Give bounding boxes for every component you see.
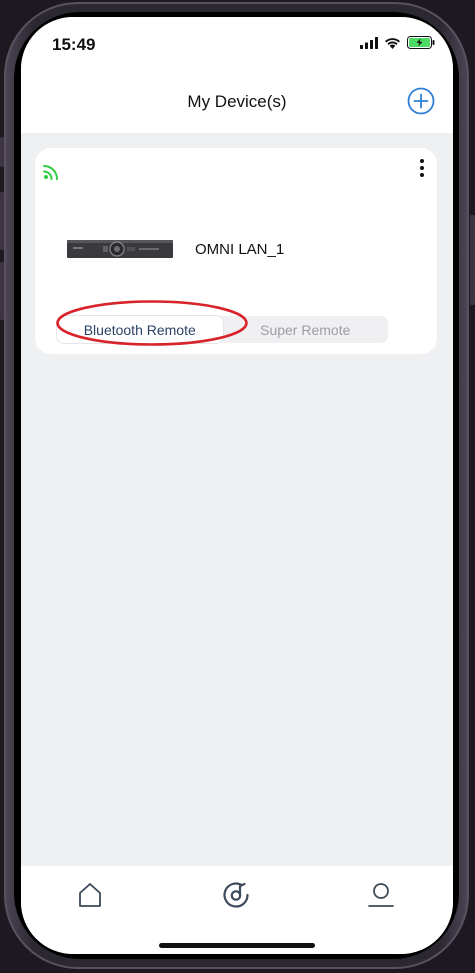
device-image [67, 238, 173, 260]
tab-super-remote[interactable]: Super Remote [223, 316, 389, 343]
wifi-icon [384, 36, 401, 54]
tab-profile[interactable] [366, 880, 396, 910]
status-bar: 15:49 [21, 17, 453, 77]
status-icons [360, 36, 435, 54]
tab-music[interactable] [221, 880, 251, 910]
add-device-button[interactable] [407, 87, 435, 115]
status-time: 15:49 [52, 35, 96, 54]
plus-circle-icon [407, 87, 435, 115]
cellular-signal-icon [360, 36, 378, 54]
device-card[interactable]: OMNI LAN_1 Bluetooth Remote Super Remote [35, 148, 437, 354]
page-title: My Device(s) [187, 92, 287, 111]
music-disc-icon [223, 882, 249, 908]
home-indicator[interactable] [159, 943, 315, 948]
device-name: OMNI LAN_1 [195, 241, 285, 258]
screen: 15:49 My Device(s) OMNI LAN_1 Bluetooth … [21, 17, 453, 954]
side-button-power [470, 215, 475, 305]
nav-header: My Device(s) [21, 77, 453, 133]
remote-mode-segmented-control: Bluetooth Remote Super Remote [57, 316, 388, 343]
tab-home[interactable] [75, 880, 105, 910]
bottom-tab-bar [21, 866, 453, 954]
phone-frame: 15:49 My Device(s) OMNI LAN_1 Bluetooth … [0, 0, 475, 973]
profile-icon [368, 883, 394, 907]
more-options-icon[interactable] [417, 157, 427, 181]
device-list: OMNI LAN_1 Bluetooth Remote Super Remote [21, 133, 453, 866]
tab-bluetooth-remote[interactable]: Bluetooth Remote [57, 316, 223, 343]
battery-charging-icon [407, 36, 435, 54]
home-icon [79, 883, 101, 907]
wifi-signal-icon [41, 160, 63, 182]
